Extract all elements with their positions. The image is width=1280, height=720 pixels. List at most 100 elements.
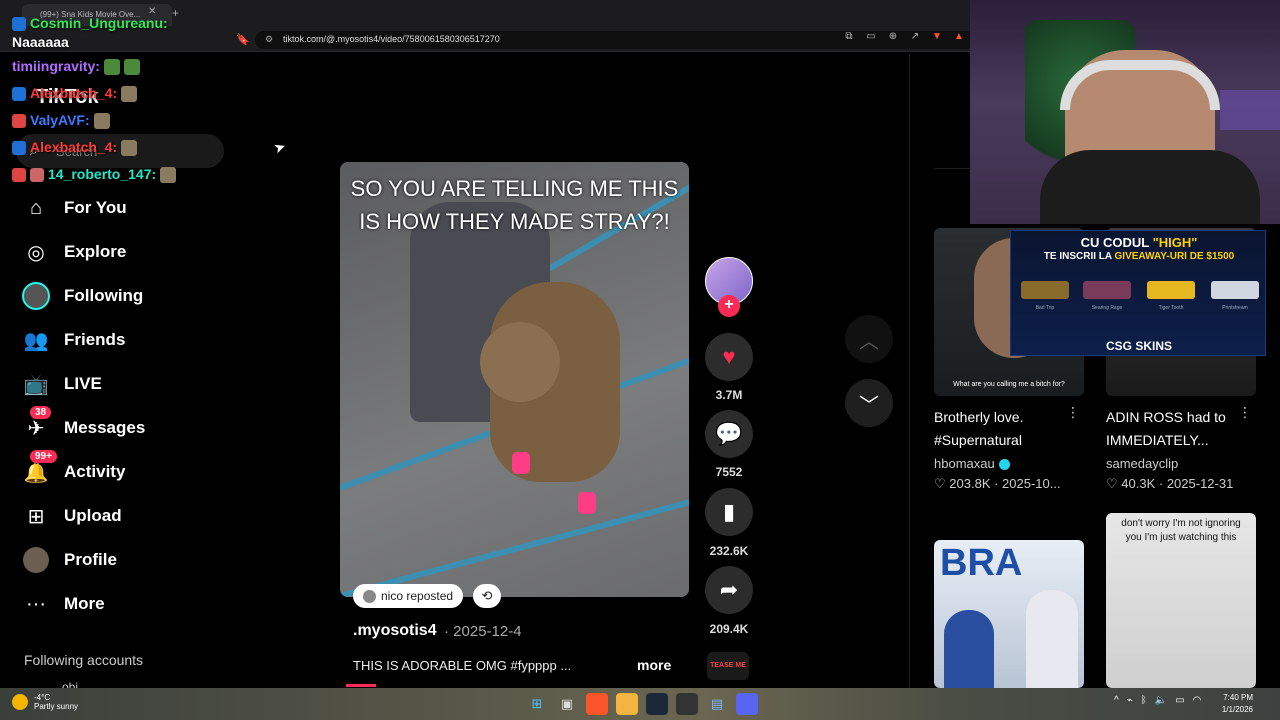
discord-icon[interactable]	[736, 693, 758, 715]
skin-image	[1211, 281, 1259, 299]
streamer-webcam	[970, 0, 1280, 224]
site-settings-icon[interactable]: ⚙	[265, 34, 273, 45]
chat-line: Alexbatch_4:	[12, 134, 242, 161]
volume-icon[interactable]: 🔈	[1155, 695, 1167, 706]
comment-count: 7552	[715, 465, 743, 479]
more-options-icon[interactable]: ⋮	[1238, 404, 1252, 421]
taskbar-clock[interactable]: 7:40 PM 1/1/2026	[1215, 692, 1253, 716]
sidebar-item-label: Explore	[64, 242, 127, 261]
comment-button[interactable]: 💬	[705, 410, 753, 458]
wifi-icon[interactable]: ◠	[1193, 695, 1202, 706]
sidebar-item-profile[interactable]: Profile	[20, 538, 230, 582]
sidebar-item-activity[interactable]: 🔔 99+ Activity	[20, 450, 230, 494]
chat-line: timiingravity:	[12, 53, 242, 80]
steam-icon[interactable]	[646, 693, 668, 715]
clock-date: 1/1/2026	[1221, 705, 1253, 714]
video-player[interactable]: SO YOU ARE TELLING ME THIS IS HOW THEY M…	[340, 162, 689, 597]
video-caption: SO YOU ARE TELLING ME THIS IS HOW THEY M…	[350, 176, 679, 234]
sidebar-item-label: More	[64, 594, 105, 613]
screen: (99+) Sna Kids Movie Ove... ✕ + ⚙ tiktok…	[0, 0, 1280, 720]
weather-temp: -4°C	[34, 693, 51, 702]
sidebar-item-following[interactable]: Following	[20, 274, 230, 318]
share-arrow-icon: ➦	[719, 577, 739, 602]
card-meta: ♡ 203.8K · 2025-10...	[934, 476, 1061, 491]
sidebar-item-messages[interactable]: ✈ 38 Messages	[20, 406, 230, 450]
card-title[interactable]: Brotherly love. #Supernatural	[934, 406, 1074, 452]
bookmark-icon: ▮	[722, 499, 736, 524]
card-author[interactable]: hbomaxau	[934, 456, 1084, 471]
cast-icon[interactable]: ▭	[865, 31, 877, 42]
friends-icon: 👥	[23, 329, 49, 352]
skin-image	[1021, 281, 1069, 299]
thumbnail-caption: What are you calling me a bitch for?	[953, 381, 1065, 388]
suggested-video-card[interactable]: don't worry I'm not ignoring you I'm jus…	[1106, 513, 1256, 688]
ad-headline: CU CODUL "HIGH"	[1080, 235, 1198, 250]
chat-username: ValyAVF:	[30, 112, 90, 128]
bluetooth-icon[interactable]: ᛒ	[1141, 695, 1147, 706]
skin-name: Tiger Tooth	[1158, 305, 1184, 311]
windows-taskbar: -4°C Partly sunny ⊞ ▣ ▤ ^ ⌁ ᛒ 🔈 ▭ ◠ 7:40…	[0, 688, 1280, 720]
chat-username: timiingravity:	[12, 58, 100, 74]
suggested-video-card[interactable]: BRA	[934, 540, 1084, 688]
sidebar-item-friends[interactable]: 👥 Friends	[20, 318, 230, 362]
emote-icon	[121, 85, 138, 102]
card-title[interactable]: ADIN ROSS had to IMMEDIATELY...	[1106, 406, 1246, 452]
task-view-icon[interactable]: ▣	[556, 693, 578, 715]
chat-username: 14_roberto_147:	[48, 166, 157, 182]
brave-icon[interactable]	[586, 693, 608, 715]
divider	[909, 54, 910, 688]
start-icon[interactable]: ⊞	[526, 693, 548, 715]
sidebar-item-label: For You	[64, 198, 127, 217]
chevron-up-icon[interactable]: ^	[1114, 695, 1119, 706]
upload-icon: ⊞	[27, 505, 45, 528]
more-options-icon[interactable]: ⋮	[1066, 404, 1080, 421]
brave-shield-icon[interactable]: ▼	[931, 31, 943, 42]
follow-plus-icon[interactable]: +	[718, 295, 740, 317]
battery-icon[interactable]: ▭	[1175, 695, 1184, 706]
sidebar-item-more[interactable]: ··· More	[20, 582, 230, 626]
video-thumbnail[interactable]: BRA	[934, 540, 1084, 688]
reader-icon[interactable]: ⧉	[843, 31, 855, 42]
chat-username: Alexbatch_4:	[30, 85, 118, 101]
sidebar-item-upload[interactable]: ⊞ Upload	[20, 494, 230, 538]
activity-icon: 🔔 99+	[20, 450, 57, 488]
following-avatar	[22, 282, 50, 310]
repost-badge[interactable]: nico reposted	[353, 584, 464, 608]
taskbar-apps: ⊞ ▣ ▤	[526, 693, 758, 715]
share-icon[interactable]: ↗	[909, 31, 921, 42]
like-button[interactable]: ♥	[705, 333, 753, 381]
network-icon[interactable]: ⌁	[1127, 695, 1133, 706]
next-video-button[interactable]: ﹀	[845, 379, 893, 427]
repost-icon[interactable]: ⟲	[473, 584, 501, 608]
notepad-icon[interactable]: ▤	[706, 693, 728, 715]
file-explorer-icon[interactable]	[616, 693, 638, 715]
video-progress-bar[interactable]	[346, 684, 376, 687]
card-author[interactable]: samedayclip	[1106, 456, 1256, 471]
partly-sunny-icon	[12, 694, 28, 710]
skin-name: Bad Trip	[1035, 305, 1055, 311]
live-icon: 📺	[23, 373, 49, 396]
zoom-icon[interactable]: ⊕	[887, 31, 899, 42]
save-button[interactable]: ▮	[705, 488, 753, 536]
video-date: · 2025-12-4	[444, 623, 522, 640]
more-button[interactable]: more	[637, 657, 671, 673]
brave-rewards-icon[interactable]: ▲	[953, 31, 965, 42]
browser-toolbar: ⧉ ▭ ⊕ ↗ ▼ ▲	[843, 31, 983, 42]
share-button[interactable]: ➦	[705, 566, 753, 614]
video-author[interactable]: .myosotis4	[353, 622, 437, 640]
skin-name: Printstream	[1222, 305, 1248, 311]
sidebar-item-explore[interactable]: ◎ Explore	[20, 230, 230, 274]
sidebar-item-for-you[interactable]: ⌂ For You	[20, 186, 230, 230]
video-thumbnail[interactable]: don't worry I'm not ignoring you I'm jus…	[1106, 513, 1256, 688]
sidebar-item-label: Activity	[64, 462, 126, 481]
music-disc[interactable]: TEASE ME	[707, 652, 749, 680]
weather-widget[interactable]: -4°C Partly sunny	[12, 693, 78, 711]
chat-badge-icon	[12, 113, 26, 128]
following-accounts-heading: Following accounts	[24, 652, 144, 668]
card-meta: ♡ 40.3K · 2025-12-31	[1106, 476, 1234, 491]
previous-video-button[interactable]: ︿	[845, 315, 893, 363]
sidebar-item-live[interactable]: 📺 LIVE	[20, 362, 230, 406]
obs-icon[interactable]	[676, 693, 698, 715]
activity-badge: 99+	[30, 450, 57, 463]
reposter-avatar	[363, 589, 376, 603]
